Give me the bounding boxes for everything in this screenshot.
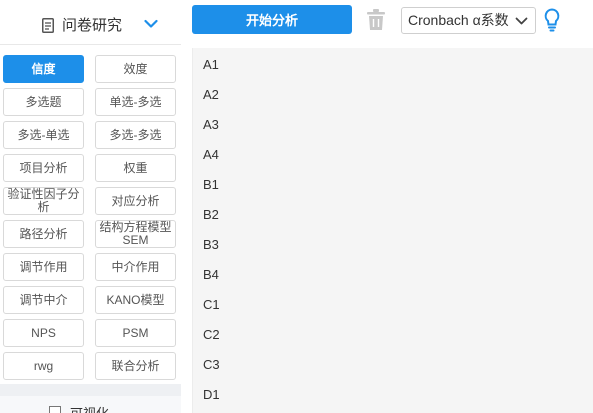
variable-item[interactable]: C2 <box>203 327 220 343</box>
variable-item[interactable]: A1 <box>203 57 219 73</box>
method-select[interactable]: Cronbach α系数 <box>401 7 536 34</box>
divider <box>0 44 181 45</box>
method-button[interactable]: 效度 <box>95 55 176 83</box>
method-button[interactable]: 调节中介 <box>3 286 84 314</box>
method-button[interactable]: 多选题 <box>3 88 84 116</box>
chevron-down-icon <box>515 17 528 25</box>
method-button[interactable]: PSM <box>95 319 176 347</box>
method-select-value: Cronbach α系数 <box>408 12 509 28</box>
variable-item[interactable]: A3 <box>203 117 219 133</box>
method-button[interactable]: 单选-多选 <box>95 88 176 116</box>
variable-list: A1 A2 A3 A4 B1 B2 B3 B4 C1 C2 C3 D1 <box>192 48 593 413</box>
variable-item[interactable]: D1 <box>203 387 220 403</box>
method-button[interactable]: 结构方程模型SEM <box>95 220 176 248</box>
method-button[interactable]: KANO模型 <box>95 286 176 314</box>
variable-item[interactable]: B1 <box>203 177 219 193</box>
visualization-checkbox[interactable] <box>49 406 61 413</box>
method-button[interactable]: rwg <box>3 352 84 380</box>
method-button[interactable]: 调节作用 <box>3 253 84 281</box>
method-button[interactable]: 信度 <box>3 55 84 83</box>
method-button[interactable]: 中介作用 <box>95 253 176 281</box>
lightbulb-icon[interactable] <box>544 8 560 32</box>
method-button[interactable]: 多选-单选 <box>3 121 84 149</box>
sidebar: 问卷研究 信度 效度 多选题 单选-多选 多选-单选 多选-多选 项目分析 权重 验证性因子分析… <box>0 0 181 413</box>
start-analysis-button[interactable]: 开始分析 <box>192 5 352 34</box>
method-button[interactable]: 联合分析 <box>95 352 176 380</box>
method-button[interactable]: 多选-多选 <box>95 121 176 149</box>
chevron-down-icon[interactable] <box>144 19 158 29</box>
document-icon <box>42 18 54 33</box>
trash-icon[interactable] <box>367 9 385 31</box>
method-button[interactable]: 项目分析 <box>3 154 84 182</box>
variable-item[interactable]: A2 <box>203 87 219 103</box>
variable-item[interactable]: C3 <box>203 357 220 373</box>
variable-item[interactable]: B4 <box>203 267 219 283</box>
variable-item[interactable]: A4 <box>203 147 219 163</box>
visualization-label: 可视化 <box>70 403 109 413</box>
method-button[interactable]: 权重 <box>95 154 176 182</box>
sidebar-title: 问卷研究 <box>62 17 123 34</box>
variable-item[interactable]: C1 <box>203 297 220 313</box>
method-button[interactable]: 对应分析 <box>95 187 176 215</box>
method-button[interactable]: 路径分析 <box>3 220 84 248</box>
sidebar-header[interactable]: 问卷研究 <box>0 7 181 45</box>
variable-item[interactable]: B2 <box>203 207 219 223</box>
variable-item[interactable]: B3 <box>203 237 219 253</box>
method-button[interactable]: 验证性因子分析 <box>3 187 84 215</box>
method-button[interactable]: NPS <box>3 319 84 347</box>
